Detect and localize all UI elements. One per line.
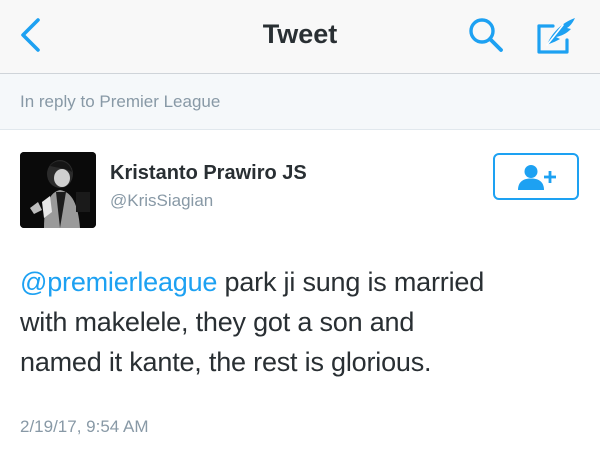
tweet-timestamp: 2/19/17, 9:54 AM xyxy=(20,417,149,436)
search-icon xyxy=(469,18,503,52)
tweet-detail-screen: Tweet In reply to Premier League Kristan… xyxy=(0,0,600,449)
tweet-text: @premierleague park ji sung is married w… xyxy=(20,262,590,382)
page-title: Tweet xyxy=(262,19,338,49)
author-handle[interactable]: @KrisSiagian xyxy=(110,191,213,211)
tweet-line-1-text: park ji sung is married xyxy=(217,267,485,297)
tweet-line-2: with makelele, they got a son and xyxy=(20,307,415,337)
tweet-line-3: named it kante, the rest is glorious. xyxy=(20,347,432,377)
avatar[interactable] xyxy=(20,152,96,228)
follow-button[interactable] xyxy=(493,153,579,200)
avatar-image xyxy=(20,152,96,228)
reply-context-text: In reply to Premier League xyxy=(20,92,221,111)
compose-button[interactable] xyxy=(533,14,579,56)
author-name[interactable]: Kristanto Prawiro JS xyxy=(110,162,307,185)
mention-link[interactable]: @premierleague xyxy=(20,267,217,297)
tweet-line-1: @premierleague park ji sung is married xyxy=(20,262,590,302)
back-button[interactable] xyxy=(18,17,44,53)
compose-tweet-icon xyxy=(537,18,575,54)
chevron-left-icon xyxy=(21,18,40,52)
search-button[interactable] xyxy=(466,15,506,55)
follow-user-icon xyxy=(518,165,556,190)
navigation-bar: Tweet xyxy=(0,0,600,74)
reply-context-bar[interactable]: In reply to Premier League xyxy=(0,74,600,130)
